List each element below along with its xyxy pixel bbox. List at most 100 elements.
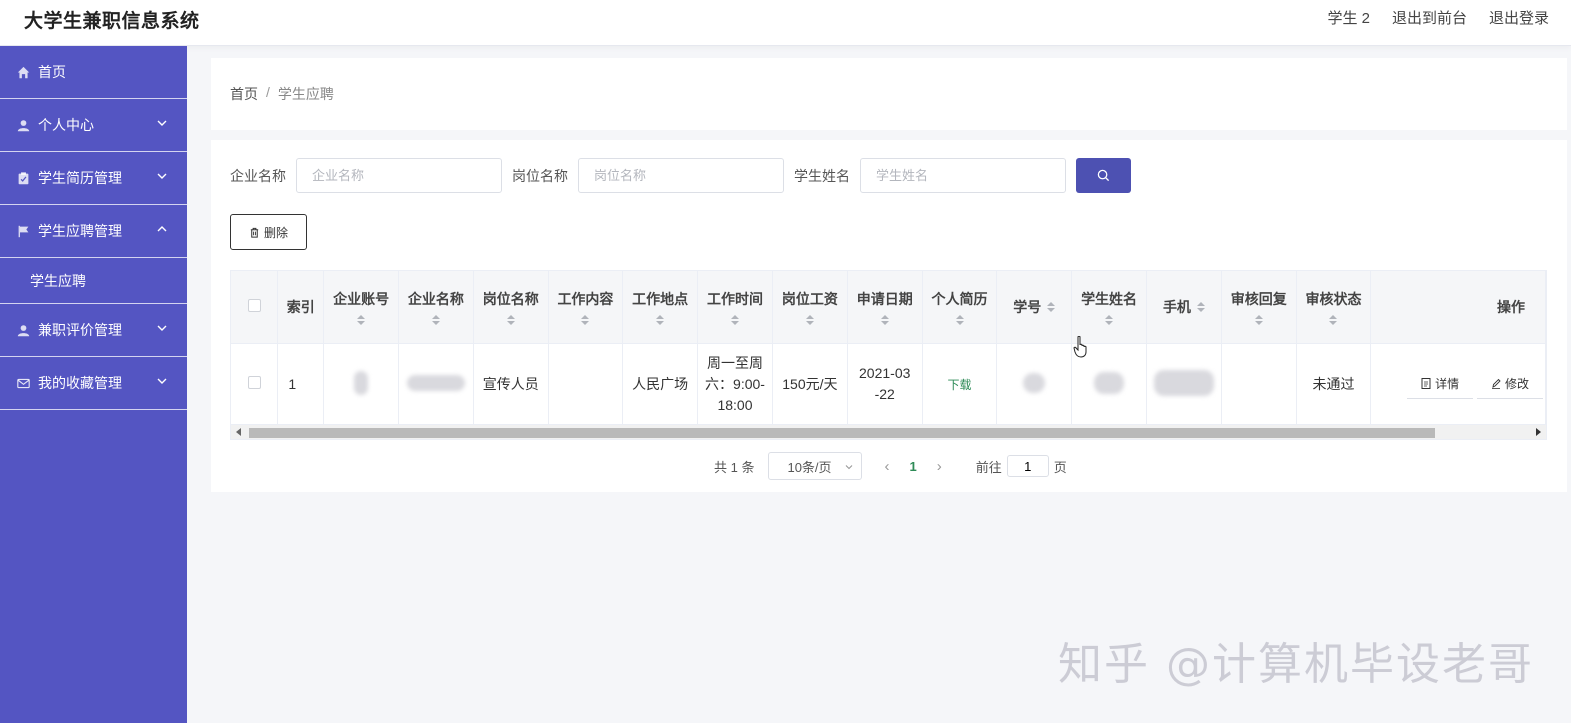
next-page-button[interactable]: ›: [937, 458, 942, 475]
sort-icon[interactable]: [1329, 314, 1338, 325]
breadcrumb-separator: /: [266, 84, 270, 100]
horizontal-scrollbar[interactable]: [230, 424, 1547, 440]
sidebar-item-evaluation-management[interactable]: 兼职评价管理: [0, 304, 187, 357]
hand-cursor-icon: [1073, 336, 1087, 358]
col-header-work-place[interactable]: 工作地点: [622, 271, 699, 344]
sort-icon[interactable]: [1047, 301, 1056, 312]
flag-icon: [16, 224, 30, 238]
cell-phone: [1146, 343, 1222, 426]
col-header-company-account[interactable]: 企业账号: [323, 271, 399, 344]
col-header-actions: 操作: [1370, 271, 1546, 344]
company-name-label: 企业名称: [230, 167, 286, 184]
student-name-input[interactable]: [860, 158, 1066, 193]
col-header-apply-date[interactable]: 申请日期: [847, 271, 923, 344]
goto-page-input[interactable]: [1006, 455, 1049, 477]
table-row: 1 宣传人员 人民广场 周一至周六：9:00-18:00 150元/天 2021…: [231, 343, 1546, 426]
row-select-cell: [231, 343, 279, 426]
sort-icon[interactable]: [731, 314, 739, 325]
chevron-down-icon: [157, 325, 167, 331]
document-icon: [1421, 378, 1431, 389]
logout-link[interactable]: 退出登录: [1489, 7, 1549, 28]
cell-salary: 150元/天: [772, 343, 848, 426]
breadcrumb-home[interactable]: 首页: [230, 84, 258, 104]
sort-icon[interactable]: [506, 314, 515, 325]
cell-company-name: [398, 343, 474, 426]
page-number-current[interactable]: 1: [909, 459, 916, 474]
pagination-total: 共 1 条: [714, 459, 755, 475]
user-name-link[interactable]: 学生 2: [1327, 7, 1370, 28]
col-header-student-name[interactable]: 学生姓名: [1071, 271, 1147, 344]
position-name-label: 岗位名称: [512, 167, 568, 184]
cell-work-content: [548, 343, 624, 426]
search-button[interactable]: [1076, 158, 1131, 193]
pagination: 共 1 条 10条/页 ‹ 1 › 前往 页: [714, 452, 1067, 480]
student-name-label: 学生姓名: [794, 167, 850, 184]
cell-actions: 详情 修改: [1370, 343, 1546, 426]
col-header-index: 索引: [277, 271, 325, 344]
sort-icon[interactable]: [656, 314, 665, 325]
company-name-input[interactable]: [296, 158, 502, 193]
prev-page-button[interactable]: ‹: [884, 458, 889, 475]
col-header-work-content[interactable]: 工作内容: [548, 271, 624, 344]
sidebar-item-favorites-management[interactable]: 我的收藏管理: [0, 357, 187, 410]
sort-icon[interactable]: [1105, 314, 1114, 325]
sort-icon[interactable]: [581, 314, 590, 325]
detail-button[interactable]: 详情: [1407, 369, 1474, 399]
select-all-checkbox[interactable]: [247, 298, 261, 312]
row-checkbox[interactable]: [247, 376, 261, 389]
sort-icon[interactable]: [431, 314, 440, 325]
breadcrumb: 首页 / 学生应聘: [230, 84, 334, 104]
user-icon: [16, 118, 30, 132]
redacted-mark: [354, 370, 369, 395]
cell-work-place: 人民广场: [622, 343, 699, 426]
cell-review-status: 未通过: [1296, 343, 1372, 426]
sort-icon[interactable]: [955, 314, 964, 325]
sort-icon[interactable]: [805, 314, 814, 325]
clipboard-icon: [16, 171, 30, 185]
col-header-work-time[interactable]: 工作时间: [697, 271, 773, 344]
back-to-front-link[interactable]: 退出到前台: [1392, 7, 1467, 28]
breadcrumb-current: 学生应聘: [277, 86, 334, 102]
redacted-mark: [1023, 372, 1046, 393]
chevron-down-icon: [157, 120, 167, 126]
col-header-phone[interactable]: 手机: [1146, 271, 1222, 344]
col-header-position[interactable]: 岗位名称: [473, 271, 549, 344]
scroll-left-arrow-icon[interactable]: [236, 428, 241, 436]
top-bar: 大学生兼职信息系统 学生 2 退出到前台 退出登录: [0, 0, 1571, 46]
cell-review-reply: [1221, 343, 1297, 426]
delete-button[interactable]: 删除: [230, 214, 307, 250]
sidebar-item-application-management[interactable]: 学生应聘管理: [0, 205, 187, 258]
col-header-student-no[interactable]: 学号: [996, 271, 1073, 344]
resume-download-link[interactable]: 下载: [948, 378, 972, 392]
sort-icon[interactable]: [357, 314, 366, 325]
sidebar-item-label: 兼职评价管理: [38, 322, 122, 338]
page-unit-label: 页: [1053, 459, 1067, 475]
cell-apply-date: 2021-03-22: [847, 343, 923, 426]
col-header-review-reply[interactable]: 审核回复: [1221, 271, 1297, 344]
app-title: 大学生兼职信息系统: [24, 11, 200, 32]
sort-icon[interactable]: [880, 314, 889, 325]
scroll-right-arrow-icon[interactable]: [1536, 428, 1541, 436]
position-name-input[interactable]: [578, 158, 784, 193]
page-size-select[interactable]: 10条/页: [768, 452, 863, 480]
sidebar-item-label: 学生应聘: [30, 272, 86, 289]
home-icon: [16, 65, 30, 79]
edit-button[interactable]: 修改: [1476, 369, 1543, 399]
sidebar-item-personal-center[interactable]: 个人中心: [0, 99, 187, 152]
top-links: 学生 2 退出到前台 退出登录: [1327, 7, 1549, 28]
sidebar-item-resume-management[interactable]: 学生简历管理: [0, 152, 187, 205]
redacted-mark: [1153, 369, 1214, 396]
cell-student-no: [996, 343, 1073, 426]
sort-icon[interactable]: [1254, 314, 1263, 325]
scrollbar-thumb[interactable]: [249, 428, 1435, 438]
sort-icon[interactable]: [1196, 301, 1205, 312]
select-all-cell: [231, 271, 279, 344]
col-header-salary[interactable]: 岗位工资: [772, 271, 848, 344]
sidebar-subitem-student-application[interactable]: 学生应聘: [0, 258, 187, 304]
col-header-resume[interactable]: 个人简历: [922, 271, 998, 344]
col-header-review-status[interactable]: 审核状态: [1296, 271, 1372, 344]
sidebar-item-home[interactable]: 首页: [0, 46, 187, 99]
sidebar-item-label: 我的收藏管理: [38, 375, 122, 391]
chevron-down-icon: [846, 465, 853, 470]
col-header-company-name[interactable]: 企业名称: [398, 271, 474, 344]
